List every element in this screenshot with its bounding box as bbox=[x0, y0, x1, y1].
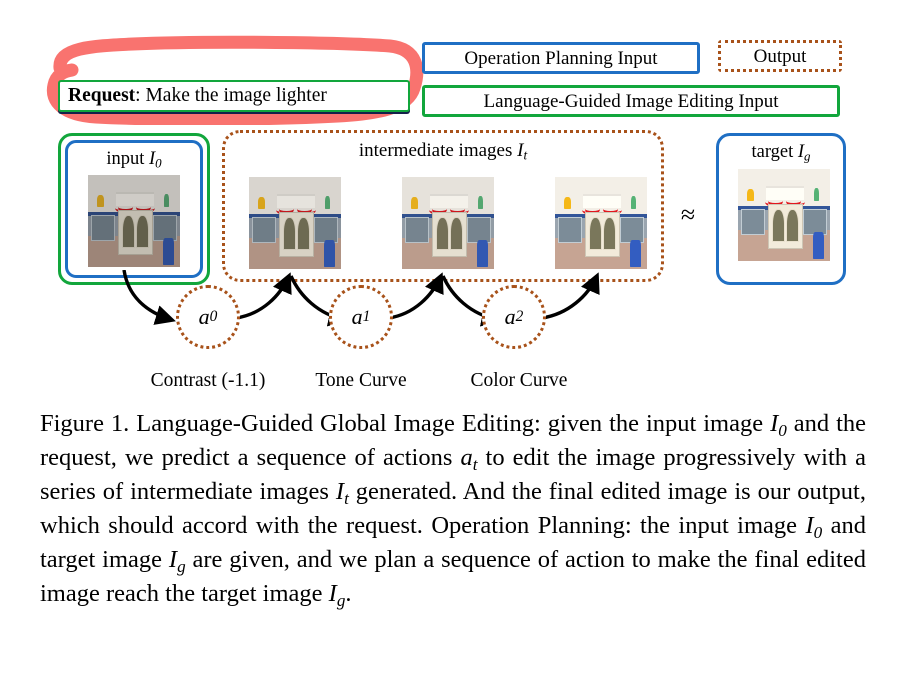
flow-arrows bbox=[122, 270, 600, 327]
input-panel-inner-border: input I0 bbox=[65, 140, 203, 278]
caption-math-variable: I bbox=[335, 478, 345, 505]
figure-container: Request: Make the image lighter Operatio… bbox=[0, 0, 904, 686]
target-panel-title: target Ig bbox=[719, 136, 843, 164]
legend-output-label: Output bbox=[753, 45, 807, 67]
action-node-a2-variable: a bbox=[504, 304, 516, 329]
caption-math-subscript: 0 bbox=[778, 420, 787, 440]
input-panel-title-text: input bbox=[106, 149, 145, 169]
action-label-a1-text: Tone Curve bbox=[315, 370, 407, 391]
legend-output: Output bbox=[718, 40, 842, 72]
legend-language-guided-image-editing-input: Language-Guided Image Editing Input bbox=[422, 85, 840, 117]
action-label-a1: Tone Curve bbox=[292, 370, 430, 392]
action-label-a0-text: Contrast (-1.1) bbox=[150, 370, 266, 391]
legend-operation-planning-input-label: Operation Planning Input bbox=[464, 47, 658, 69]
input-panel-outer-border: input I0 bbox=[58, 133, 210, 285]
intermediate-images-title: intermediate images It bbox=[225, 133, 661, 162]
caption-math-subscript: t bbox=[344, 488, 349, 508]
intermediate-image-2 bbox=[402, 177, 494, 269]
figure-caption-text: Figure 1. Language-Guided Global Image E… bbox=[40, 410, 867, 610]
intermediate-image-1 bbox=[249, 177, 341, 269]
caption-math-variable: I bbox=[328, 580, 337, 607]
caption-math-subscript: 0 bbox=[813, 522, 823, 542]
caption-math-subscript: t bbox=[472, 454, 478, 474]
legend-operation-planning-input: Operation Planning Input bbox=[422, 42, 700, 74]
intermediate-images-container: intermediate images It bbox=[222, 130, 664, 282]
action-node-a0-variable: a bbox=[198, 304, 210, 329]
input-panel-subscript: 0 bbox=[155, 155, 162, 171]
approx-glyph: ≈ bbox=[680, 200, 696, 229]
caption-math-subscript: g bbox=[336, 590, 346, 610]
caption-math-variable: a bbox=[460, 444, 473, 471]
caption-math-subscript: g bbox=[177, 556, 186, 576]
intermediate-images-subscript: t bbox=[523, 147, 528, 163]
request-separator: : bbox=[135, 85, 141, 106]
target-panel-subscript: g bbox=[804, 148, 811, 164]
action-node-a2-subscript: 2 bbox=[515, 308, 524, 325]
caption-math-variable: I bbox=[805, 512, 814, 539]
request-label: Request bbox=[68, 85, 136, 106]
action-label-a2: Color Curve bbox=[450, 370, 588, 392]
caption-math-variable: I bbox=[168, 546, 178, 573]
action-node-a1-subscript: 1 bbox=[362, 308, 371, 325]
caption-math-variable: I bbox=[770, 410, 779, 437]
approximately-equal-symbol: ≈ bbox=[672, 200, 704, 230]
request-text: Make the image lighter bbox=[145, 85, 327, 106]
input-panel-title: input I0 bbox=[68, 143, 200, 171]
request-box: Request: Make the image lighter bbox=[58, 80, 410, 112]
action-label-a2-text: Color Curve bbox=[470, 370, 568, 391]
action-node-a0-subscript: 0 bbox=[209, 308, 218, 325]
action-node-a2[interactable]: a2 bbox=[482, 285, 546, 349]
input-image-thumbnail bbox=[88, 175, 180, 267]
action-node-a0[interactable]: a0 bbox=[176, 285, 240, 349]
figure-caption: Figure 1. Language-Guided Global Image E… bbox=[40, 408, 866, 612]
action-node-a1[interactable]: a1 bbox=[329, 285, 393, 349]
legend-language-guided-image-editing-input-label: Language-Guided Image Editing Input bbox=[483, 90, 779, 112]
action-node-a1-variable: a bbox=[351, 304, 363, 329]
target-image-thumbnail bbox=[738, 169, 830, 261]
action-label-a0: Contrast (-1.1) bbox=[128, 370, 288, 392]
target-panel: target Ig bbox=[716, 133, 846, 285]
intermediate-images-title-text: intermediate images bbox=[358, 140, 513, 161]
intermediate-image-3 bbox=[555, 177, 647, 269]
target-panel-title-text: target bbox=[751, 142, 794, 162]
